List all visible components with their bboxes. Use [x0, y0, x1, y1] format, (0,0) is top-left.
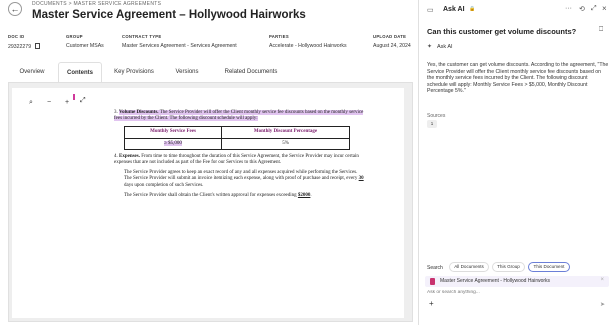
ai-sparkle-icon: ✦ [427, 44, 433, 50]
table-header-fees: Monthly Service Fees [123, 126, 223, 139]
cursor-marker [73, 94, 75, 100]
tab-related-documents[interactable]: Related Documents [212, 62, 290, 82]
parties-value: Accelerate - Hollywood Hairworks [269, 43, 347, 49]
zoom-in-button[interactable]: + [65, 99, 69, 106]
document-page: 3. Volume Discounts. The Service Provide… [114, 110, 364, 203]
ai-answer: Yes, the customer can get volume discoun… [427, 62, 609, 94]
tab-contents[interactable]: Contents [58, 62, 102, 82]
back-arrow-icon: ← [10, 4, 20, 14]
add-attachment-button[interactable]: + [429, 299, 434, 308]
table-header-discount: Monthly Discount Percentage [221, 126, 350, 139]
clause-expenses: 4. Expenses. From time to time throughou… [114, 153, 359, 166]
selected-document-name: Master Service Agreement - Hollywood Hai… [440, 278, 551, 284]
back-button[interactable]: ← [8, 2, 22, 16]
search-icon[interactable]: ⌕ [29, 99, 33, 107]
selected-document-pill[interactable]: Master Service Agreement - Hollywood Hai… [425, 276, 609, 287]
document-viewer[interactable]: ⌕ − + ⤢ 3. Volume Discounts. The Service… [12, 88, 404, 318]
discount-table: Monthly Service Fees Monthly Discount Pe… [123, 126, 350, 150]
scope-all-documents[interactable]: All Documents [449, 262, 489, 272]
bookmark-icon[interactable]: ⎕ [599, 26, 603, 34]
remove-document-icon[interactable]: × [600, 277, 604, 283]
send-icon[interactable]: ➤ [600, 301, 605, 308]
doc-id-value: 29322279 [8, 43, 41, 50]
expand-panel-icon[interactable]: ⤢ [591, 5, 597, 13]
ai-response-label: Ask AI [437, 44, 453, 50]
search-scope-label: Search [427, 265, 443, 271]
history-icon[interactable]: ⟲ [579, 5, 585, 13]
clause-volume-discounts: 3. Volume Discounts. The Service Provide… [114, 110, 364, 122]
panel-layout-icon[interactable]: ▭ [427, 6, 434, 14]
scope-this-group[interactable]: This Group [492, 262, 525, 272]
document-detail-pane: ← DOCUMENTS > MASTER SERVICE AGREEMENTS … [0, 0, 418, 325]
sources-label: Sources [427, 113, 446, 119]
user-question: Can this customer get volume discounts? [427, 27, 577, 36]
document-icon [430, 278, 435, 285]
parties-label: PARTIES [269, 34, 289, 39]
expenses-paragraph-3: The Service Provider shall obtain the Cl… [124, 192, 312, 198]
source-badge[interactable]: 1 [427, 120, 437, 128]
contract-type-value: Master Services Agreement - Services Agr… [122, 43, 237, 49]
panel-title: Ask AI [443, 6, 465, 13]
more-icon[interactable]: ··· [565, 5, 572, 12]
ask-ai-panel: ▭ Ask AI 🔒 ··· ⟲ ⤢ × Can this customer g… [418, 0, 612, 325]
doc-id-label: DOC ID [8, 34, 25, 39]
copy-icon[interactable] [35, 43, 41, 49]
lock-icon: 🔒 [469, 6, 476, 12]
scope-this-document[interactable]: This Document [528, 262, 570, 272]
expand-icon[interactable]: ⤢ [80, 97, 86, 105]
tab-key-provisions[interactable]: Key Provisions [106, 62, 162, 82]
tab-versions[interactable]: Versions [166, 62, 208, 82]
zoom-out-button[interactable]: − [47, 99, 51, 106]
expenses-paragraph-2: The Service Provider agrees to keep an e… [124, 170, 364, 188]
table-cell-fees: ≥ $5,000 [123, 137, 223, 150]
contract-type-label: CONTRACT TYPE [122, 34, 162, 39]
tab-overview[interactable]: Overview [8, 62, 56, 82]
ask-input[interactable] [427, 290, 597, 295]
table-cell-discount: 5% [221, 137, 350, 150]
group-value: Customer MSAs [66, 43, 104, 49]
close-icon[interactable]: × [602, 4, 607, 13]
group-label: GROUP [66, 34, 83, 39]
document-tabs: Overview Contents Key Provisions Version… [8, 62, 418, 82]
breadcrumb[interactable]: DOCUMENTS > MASTER SERVICE AGREEMENTS [32, 1, 161, 7]
upload-date-value: August 24, 2024 [373, 43, 411, 49]
page-title: Master Service Agreement – Hollywood Hai… [32, 9, 306, 21]
upload-date-label: UPLOAD DATE [373, 34, 407, 39]
